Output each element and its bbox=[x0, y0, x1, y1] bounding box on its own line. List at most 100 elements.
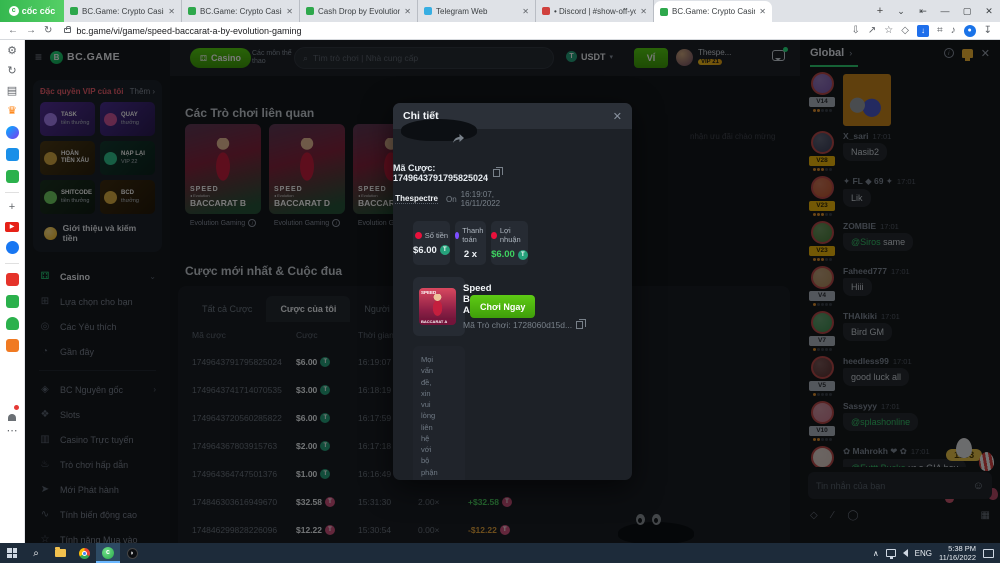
stat-label: Số tiền bbox=[425, 231, 448, 240]
bet-stats-row: Số tiền$6.00TThanh toán2 xLợi nhuận$6.00… bbox=[413, 221, 465, 265]
tray-chevron-icon[interactable]: ∧ bbox=[873, 549, 879, 558]
close-window-button[interactable]: ✕ bbox=[978, 6, 1000, 17]
adblock-shield-icon[interactable]: ◇ bbox=[901, 25, 909, 36]
thumb-speed-label: SPEED bbox=[421, 290, 436, 295]
back-icon[interactable]: ← bbox=[8, 25, 18, 36]
tab-close-icon[interactable]: ✕ bbox=[640, 7, 647, 16]
tab-close-icon[interactable]: ✕ bbox=[168, 7, 175, 16]
address-bar: ← → ↻ bc.game/vi/game/speed-baccarat-a-b… bbox=[0, 22, 1000, 40]
facebook-icon[interactable] bbox=[6, 241, 19, 254]
bet-datetime: 16:19:07, 16/11/2022 bbox=[461, 190, 500, 208]
start-button[interactable] bbox=[0, 543, 24, 563]
copy-icon[interactable] bbox=[493, 169, 500, 177]
new-tab-button[interactable]: + bbox=[870, 0, 890, 22]
tab-search-icon[interactable]: ⌄ bbox=[890, 6, 912, 17]
minimize-button[interactable]: — bbox=[934, 6, 956, 16]
profile-icon[interactable]: ● bbox=[964, 25, 976, 37]
browser-window: c cốc cốc BC.Game: Crypto Casino Gan✕BC.… bbox=[0, 0, 1000, 563]
network-icon[interactable] bbox=[886, 549, 896, 557]
bcgame-site: ≡ B BC.GAME Đặc quyền VIP của tôi Thêm ›… bbox=[25, 40, 1000, 543]
taskbar-clock[interactable]: 5:38 PM 11/16/2022 bbox=[939, 544, 976, 563]
language-indicator[interactable]: ENG bbox=[915, 549, 932, 558]
tab-close-icon[interactable]: ✕ bbox=[404, 7, 411, 16]
pin-icon[interactable]: ⇤ bbox=[912, 6, 934, 17]
extensions-icon[interactable]: ⌗ bbox=[937, 25, 943, 36]
add-shortcut-icon[interactable]: + bbox=[9, 202, 15, 213]
share-icon[interactable]: ↗ bbox=[868, 25, 876, 36]
downloads-tray-icon[interactable]: ↧ bbox=[984, 25, 992, 36]
play-now-button[interactable]: Chơi Ngay bbox=[470, 295, 535, 318]
media-icon[interactable]: ♪ bbox=[951, 25, 956, 36]
tab-close-icon[interactable]: ✕ bbox=[522, 7, 529, 16]
tab-favicon bbox=[542, 7, 550, 15]
bet-author-name[interactable]: Thespectre bbox=[395, 194, 438, 204]
settings-gear-icon[interactable]: ⚙ bbox=[7, 46, 17, 57]
maximize-button[interactable]: ▢ bbox=[956, 6, 978, 17]
browser-tab[interactable]: BC.Game: Crypto Casino Gan ✕ bbox=[182, 0, 300, 22]
browser-tabs: BC.Game: Crypto Casino Gan ✕ BC.Game: Cryp… bbox=[64, 0, 870, 22]
browser-tab[interactable]: • Discord | #show-off-you ✕ bbox=[536, 0, 654, 22]
volume-icon[interactable] bbox=[903, 549, 908, 557]
browser-tab[interactable]: BC.Game: Crypto Casino Gan✕ bbox=[64, 0, 182, 22]
tab-title: BC.Game: Crypto Casino Gan bbox=[200, 7, 282, 16]
notifications-bell-icon[interactable] bbox=[7, 407, 17, 417]
reading-list-icon[interactable]: ▤ bbox=[7, 86, 17, 97]
tab-close-icon[interactable]: ✕ bbox=[286, 7, 293, 16]
messenger-icon[interactable] bbox=[6, 126, 19, 139]
zalo-icon[interactable] bbox=[6, 148, 19, 161]
app-icon-dark[interactable]: ◗ bbox=[120, 543, 144, 563]
save-icon[interactable]: ⇩ bbox=[852, 25, 860, 36]
games-icon[interactable] bbox=[6, 170, 19, 183]
browser-tab[interactable]: Telegram Web✕ bbox=[418, 0, 536, 22]
usdt-coin-icon: T bbox=[440, 245, 450, 255]
stat-value: 2 x bbox=[464, 249, 477, 260]
crown-icon[interactable]: ♛ bbox=[7, 106, 17, 117]
coccoc-taskbar-icon[interactable]: c bbox=[96, 543, 120, 563]
lock-icon bbox=[64, 28, 71, 33]
tab-title: • Discord | #show-off-you bbox=[554, 7, 636, 16]
stat-value: $6.00T bbox=[413, 245, 450, 256]
taskbar-search-icon[interactable]: ⌕ bbox=[24, 543, 48, 563]
tab-title: BC.Game: Crypto Casino Gan bbox=[672, 7, 755, 16]
bookmark-star-icon[interactable]: ☆ bbox=[884, 25, 893, 36]
tab-title: Cash Drop by Evolution! Wor bbox=[318, 7, 400, 16]
stat-value-text: 2 x bbox=[464, 249, 477, 260]
coccoc-brand[interactable]: c cốc cốc bbox=[0, 0, 64, 22]
stat-label-row: Lợi nhuận bbox=[491, 226, 528, 244]
shop-red-icon[interactable] bbox=[6, 273, 19, 286]
cart-icon[interactable] bbox=[6, 339, 19, 352]
url-text: bc.game/vi/game/speed-baccarat-a-by-evol… bbox=[76, 26, 301, 36]
shop-green-icon[interactable] bbox=[6, 295, 19, 308]
coccoc-logo-icon: c bbox=[9, 6, 19, 16]
download-manager-icon[interactable]: ↓ bbox=[917, 25, 929, 37]
reload-icon[interactable]: ↻ bbox=[44, 25, 52, 36]
youtube-icon[interactable]: ▶ bbox=[5, 222, 19, 232]
clock-time: 5:38 PM bbox=[939, 544, 976, 553]
share-arrow-icon[interactable] bbox=[451, 132, 465, 144]
tab-close-icon[interactable]: ✕ bbox=[759, 7, 766, 16]
bet-id-text: Mã Cược: 1749643791795825024 bbox=[393, 163, 488, 183]
copy-icon[interactable] bbox=[576, 321, 583, 329]
stat-label: Lợi nhuận bbox=[500, 226, 528, 244]
forward-icon[interactable]: → bbox=[26, 25, 36, 36]
file-explorer-icon[interactable] bbox=[48, 543, 72, 563]
browser-tab[interactable]: Cash Drop by Evolution! Wor ✕ bbox=[300, 0, 418, 22]
history-icon[interactable]: ↻ bbox=[7, 66, 16, 77]
game-thumbnail[interactable]: SPEED BACCARAT A bbox=[419, 288, 456, 325]
shopee-hat-icon[interactable] bbox=[6, 317, 19, 330]
stat-box: Thanh toán 2 x bbox=[455, 221, 486, 265]
more-icon[interactable]: ⋯ bbox=[7, 426, 18, 437]
bet-details-modal: Chi tiết ✕ ✓ Mã Cược: 174964379179582502… bbox=[393, 103, 632, 480]
stat-box: Số tiền $6.00T bbox=[413, 221, 450, 265]
tab-favicon bbox=[306, 7, 314, 15]
game-id-text: Mã Trò chơi: 1728060d15d... bbox=[463, 320, 572, 330]
window-controls: ⌄ ⇤ — ▢ ✕ bbox=[890, 0, 1000, 22]
browser-tab[interactable]: BC.Game: Crypto Casino Gan ✕ bbox=[654, 1, 772, 22]
stat-label-row: Số tiền bbox=[415, 231, 448, 240]
url-field[interactable]: bc.game/vi/game/speed-baccarat-a-by-evol… bbox=[60, 26, 843, 36]
chrome-icon[interactable] bbox=[72, 543, 96, 563]
stat-label-row: Thanh toán bbox=[455, 226, 486, 244]
brand-label: cốc cốc bbox=[22, 6, 56, 16]
action-center-icon[interactable] bbox=[983, 549, 994, 558]
modal-close-icon[interactable]: ✕ bbox=[613, 110, 622, 123]
